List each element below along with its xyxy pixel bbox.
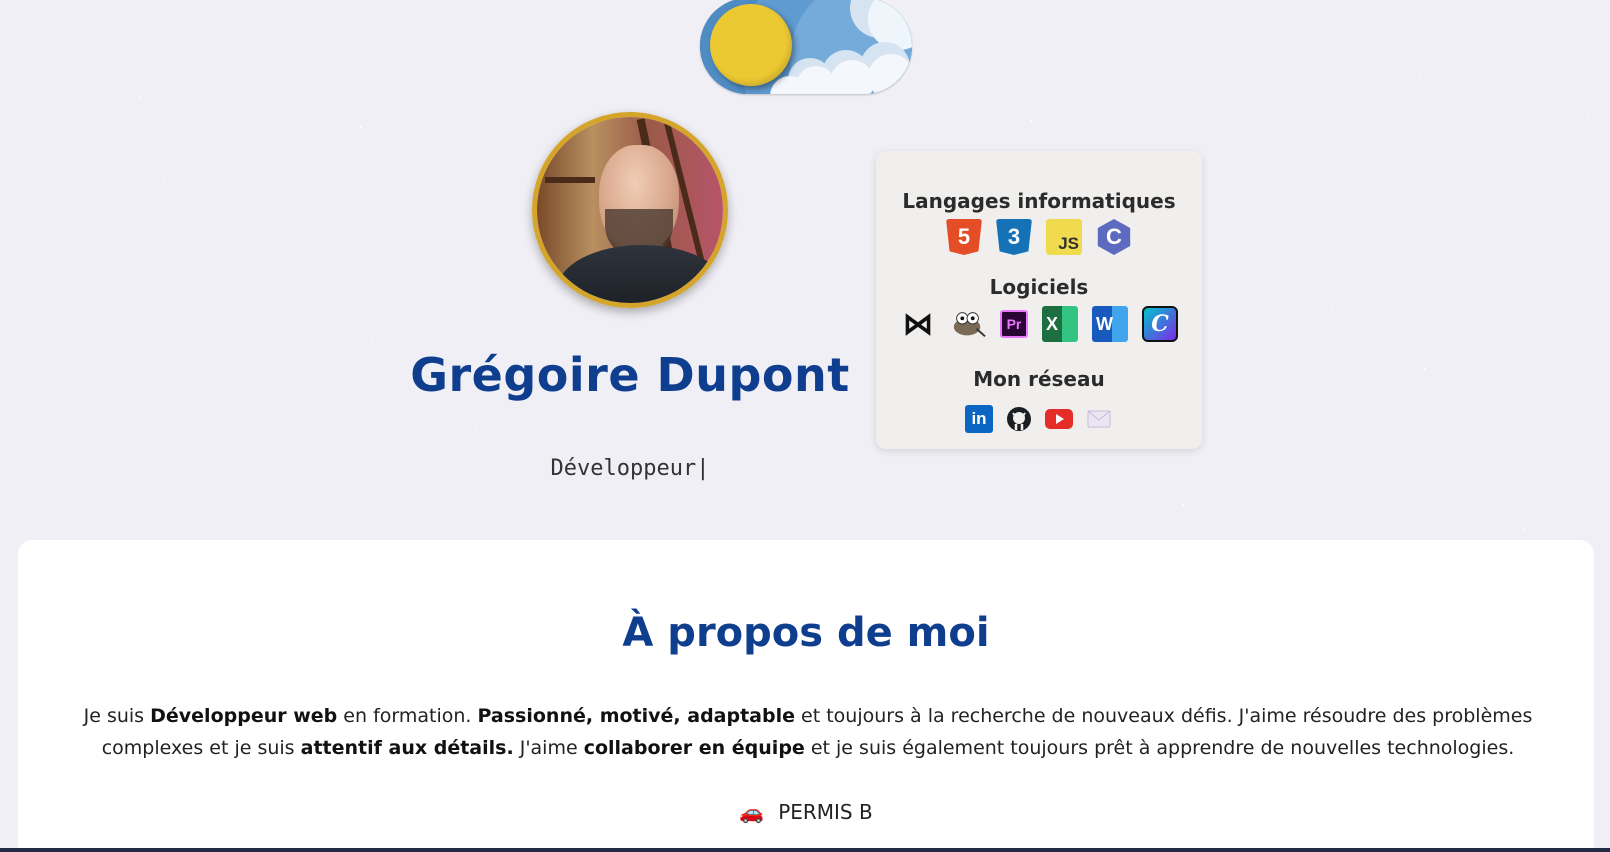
javascript-icon: JS (1046, 219, 1082, 255)
network-heading: Mon réseau (973, 367, 1105, 391)
html5-icon: 5 (946, 219, 982, 255)
languages-heading: Langages informatiques (902, 189, 1176, 213)
sun-icon (710, 4, 792, 86)
about-section: À propos de moi Je suis Développeur web … (18, 540, 1594, 852)
license-item: 🚗 PERMIS B (18, 800, 1594, 824)
about-text: Je suis Développeur web en formation. Pa… (83, 705, 1533, 759)
bottom-bar (0, 848, 1610, 852)
github-icon[interactable] (1005, 405, 1033, 433)
excel-icon: X (1042, 306, 1078, 342)
canva-icon: C (1142, 306, 1178, 342)
word-icon: W (1092, 306, 1128, 342)
gimp-icon (950, 306, 986, 342)
email-icon[interactable] (1085, 405, 1113, 433)
profile-role: Développeur| (550, 456, 710, 481)
c-language-icon: C (1097, 219, 1131, 255)
license-label: PERMIS B (778, 800, 873, 824)
profile-name: Grégoire Dupont (410, 348, 850, 402)
vscode-icon: ⋈ (903, 307, 933, 341)
theme-toggle[interactable] (700, 0, 912, 94)
premiere-pro-icon: Pr (1000, 310, 1028, 338)
software-heading: Logiciels (989, 275, 1089, 299)
car-icon: 🚗 (739, 800, 765, 824)
youtube-icon[interactable] (1045, 405, 1073, 433)
linkedin-icon[interactable]: in (965, 405, 993, 433)
avatar (532, 112, 728, 308)
about-title: À propos de moi (622, 610, 990, 656)
skills-card: Langages informatiques 5 3 JS C Logiciel… (876, 151, 1202, 449)
css3-icon: 3 (996, 219, 1032, 255)
